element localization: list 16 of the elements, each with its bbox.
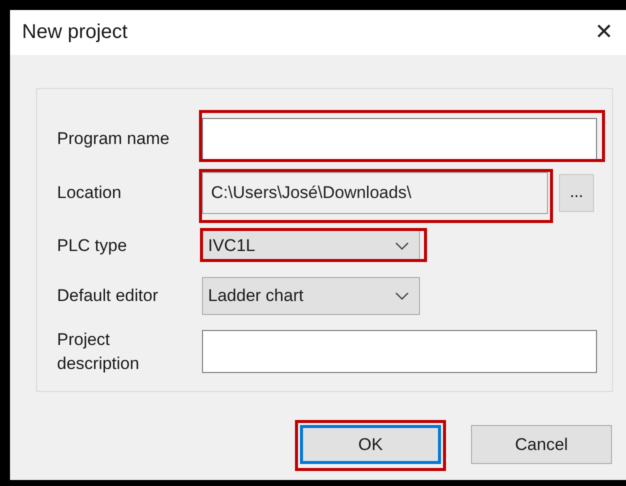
cancel-button[interactable]: Cancel bbox=[471, 425, 612, 464]
chevron-down-icon bbox=[395, 242, 409, 250]
location-field[interactable]: C:\Users\José\Downloads\ bbox=[202, 172, 548, 214]
chevron-down-icon bbox=[395, 292, 409, 300]
browse-button[interactable]: ... bbox=[559, 174, 594, 212]
field-label: Default editor bbox=[57, 285, 160, 307]
field-label: Location bbox=[57, 182, 122, 204]
close-button[interactable]: ✕ bbox=[584, 12, 624, 52]
dropdown[interactable]: Ladder chart bbox=[202, 277, 420, 315]
input-field[interactable] bbox=[202, 118, 597, 160]
field-label: Project description bbox=[57, 328, 140, 374]
input-field[interactable] bbox=[202, 330, 597, 373]
field-label: PLC type bbox=[57, 235, 128, 257]
window-title: New project bbox=[22, 21, 128, 44]
ok-button[interactable]: OK bbox=[300, 425, 441, 464]
field-label: Program name bbox=[57, 128, 170, 150]
